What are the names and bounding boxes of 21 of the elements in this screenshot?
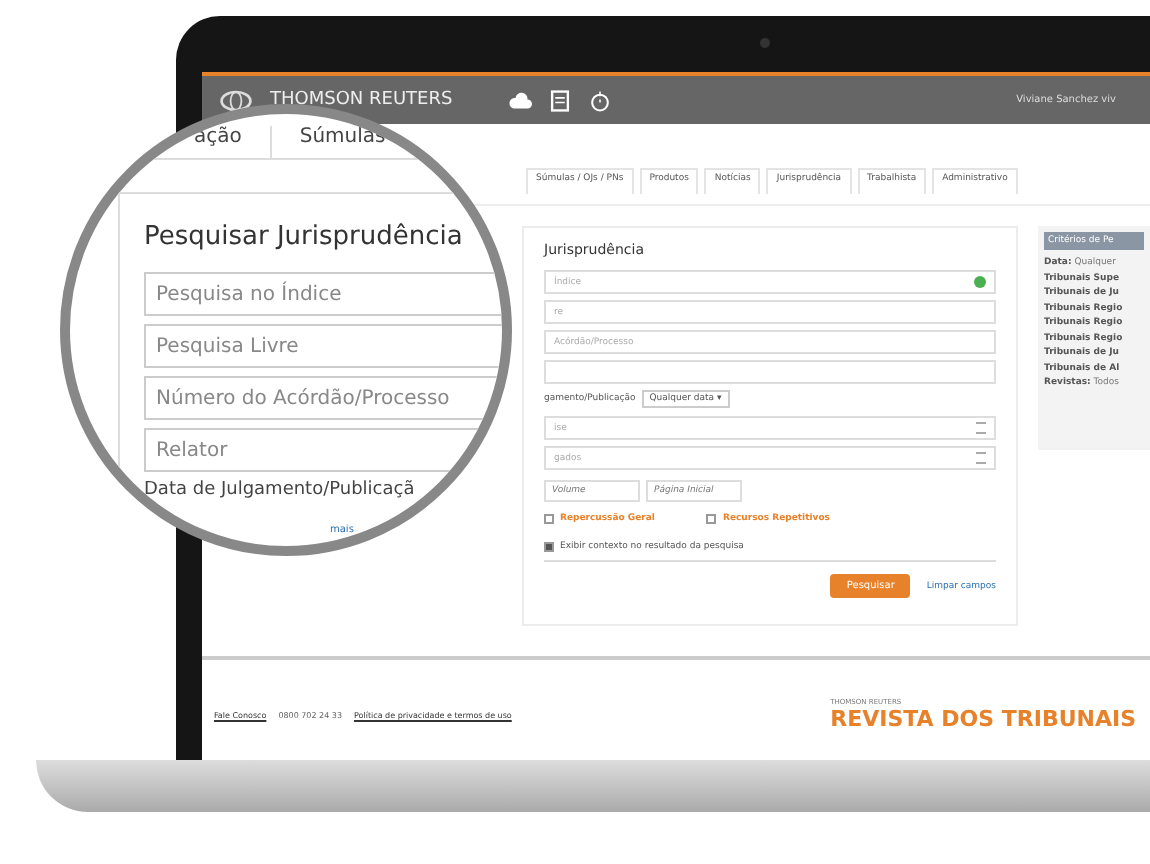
input-field[interactable]: Pesquisa Livre (144, 324, 502, 368)
checkbox[interactable] (544, 542, 554, 552)
input-field[interactable] (544, 360, 996, 384)
logo-icon (218, 87, 254, 113)
add-icon[interactable] (974, 276, 986, 288)
input-field[interactable]: Número do Acórdão/Processo (144, 376, 502, 420)
nav-tab[interactable]: ação (166, 126, 272, 158)
brand-name: THOMSON REUTERS (270, 90, 453, 110)
list-icon[interactable] (976, 422, 986, 434)
input-field[interactable]: Pesquisa no Índice (144, 272, 502, 316)
product-logo: REVISTA DOS TRIBUNAIS (830, 706, 1136, 732)
field-label: Data de Julgamento/Publicaçã (144, 480, 417, 500)
cloud-icon[interactable] (508, 89, 533, 111)
checkbox[interactable] (544, 514, 554, 524)
list-icon[interactable] (976, 452, 986, 464)
nav-tab[interactable]: Súmulas (271, 126, 416, 158)
document-icon[interactable] (548, 89, 573, 111)
form-title: Pesquisar Jurisprudência (144, 222, 465, 252)
clock-icon[interactable] (588, 89, 613, 111)
camera-icon (760, 38, 770, 48)
checkbox[interactable] (706, 514, 717, 524)
